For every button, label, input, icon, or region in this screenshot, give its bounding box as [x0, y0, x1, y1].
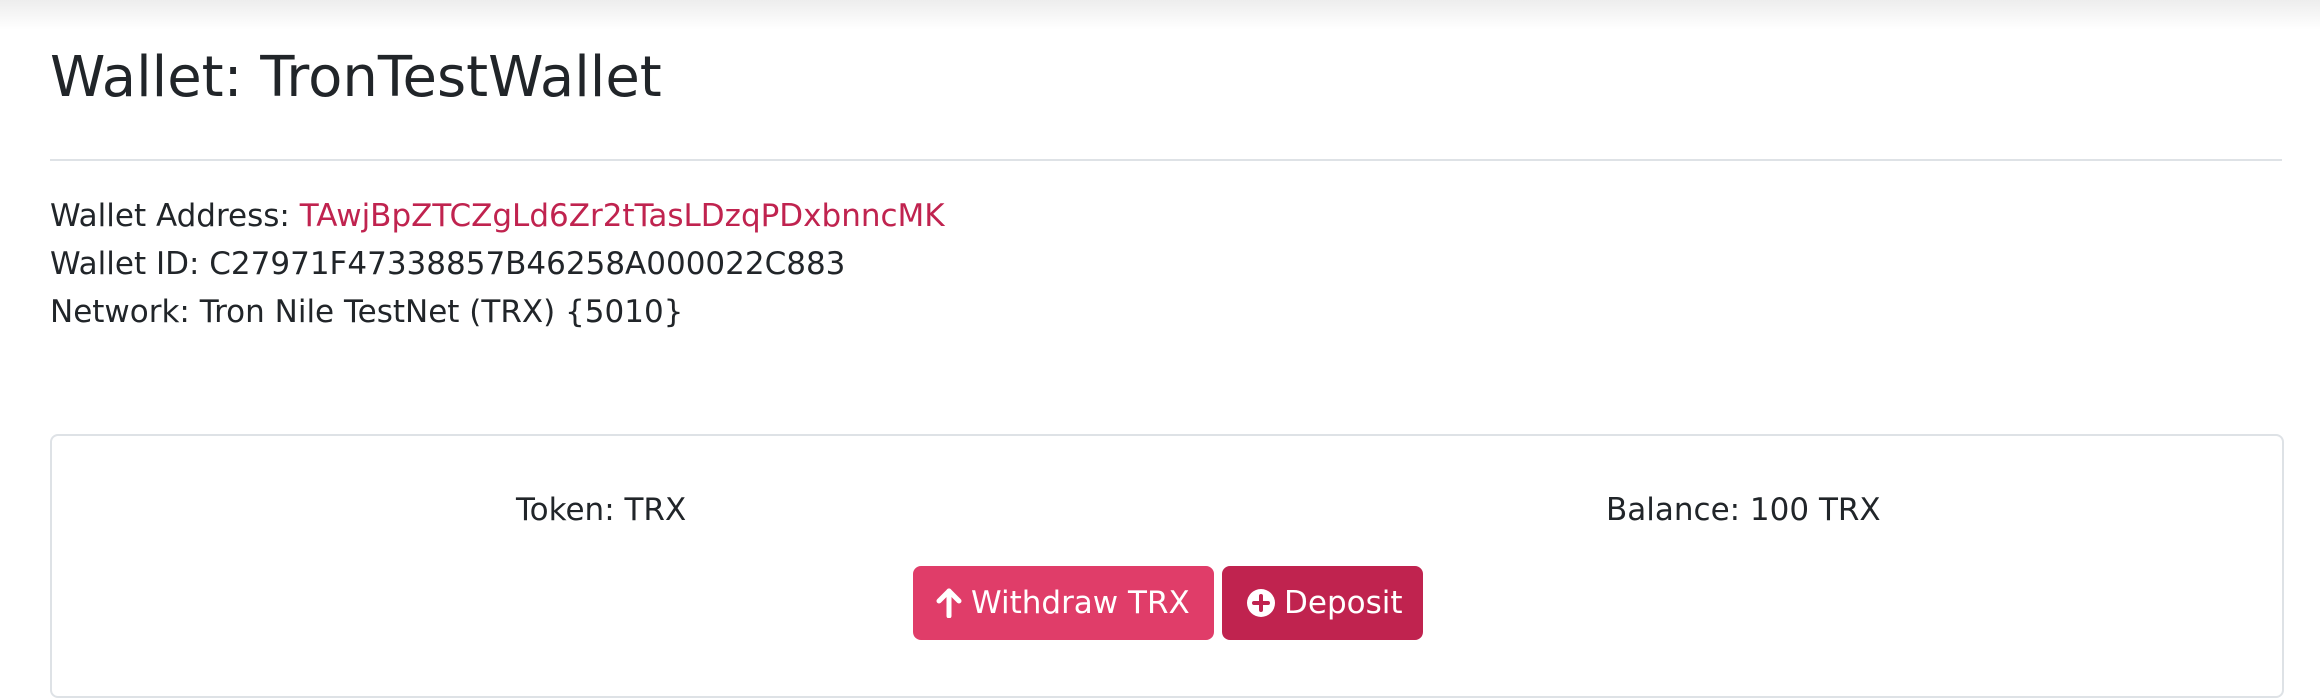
token-card: Token: TRX Balance: 100 TRX Withdraw TRX… [50, 434, 2284, 698]
wallet-id-line: Wallet ID: C27971F47338857B46258A000022C… [50, 246, 846, 282]
deposit-button-label: Deposit [1284, 585, 1403, 621]
balance-label: Balance: 100 TRX [1606, 492, 1881, 528]
deposit-button[interactable]: Deposit [1222, 566, 1423, 640]
withdraw-button[interactable]: Withdraw TRX [913, 566, 1214, 640]
token-label: Token: TRX [516, 492, 687, 528]
top-shadow [0, 0, 2320, 30]
divider [50, 159, 2282, 161]
network-line: Network: Tron Nile TestNet (TRX) {5010} [50, 294, 684, 330]
page-title: Wallet: TronTestWallet [50, 45, 662, 110]
wallet-info: Wallet Address: TAwjBpZTCZgLd6Zr2tTasLDz… [50, 192, 945, 336]
arrow-up-icon [935, 588, 963, 619]
wallet-address-line: Wallet Address: TAwjBpZTCZgLd6Zr2tTasLDz… [50, 192, 945, 240]
plus-circle-icon [1246, 588, 1276, 618]
wallet-address-label: Wallet Address: [50, 198, 300, 234]
withdraw-button-label: Withdraw TRX [971, 585, 1190, 621]
wallet-address-value[interactable]: TAwjBpZTCZgLd6Zr2tTasLDzqPDxbnncMK [300, 198, 945, 234]
